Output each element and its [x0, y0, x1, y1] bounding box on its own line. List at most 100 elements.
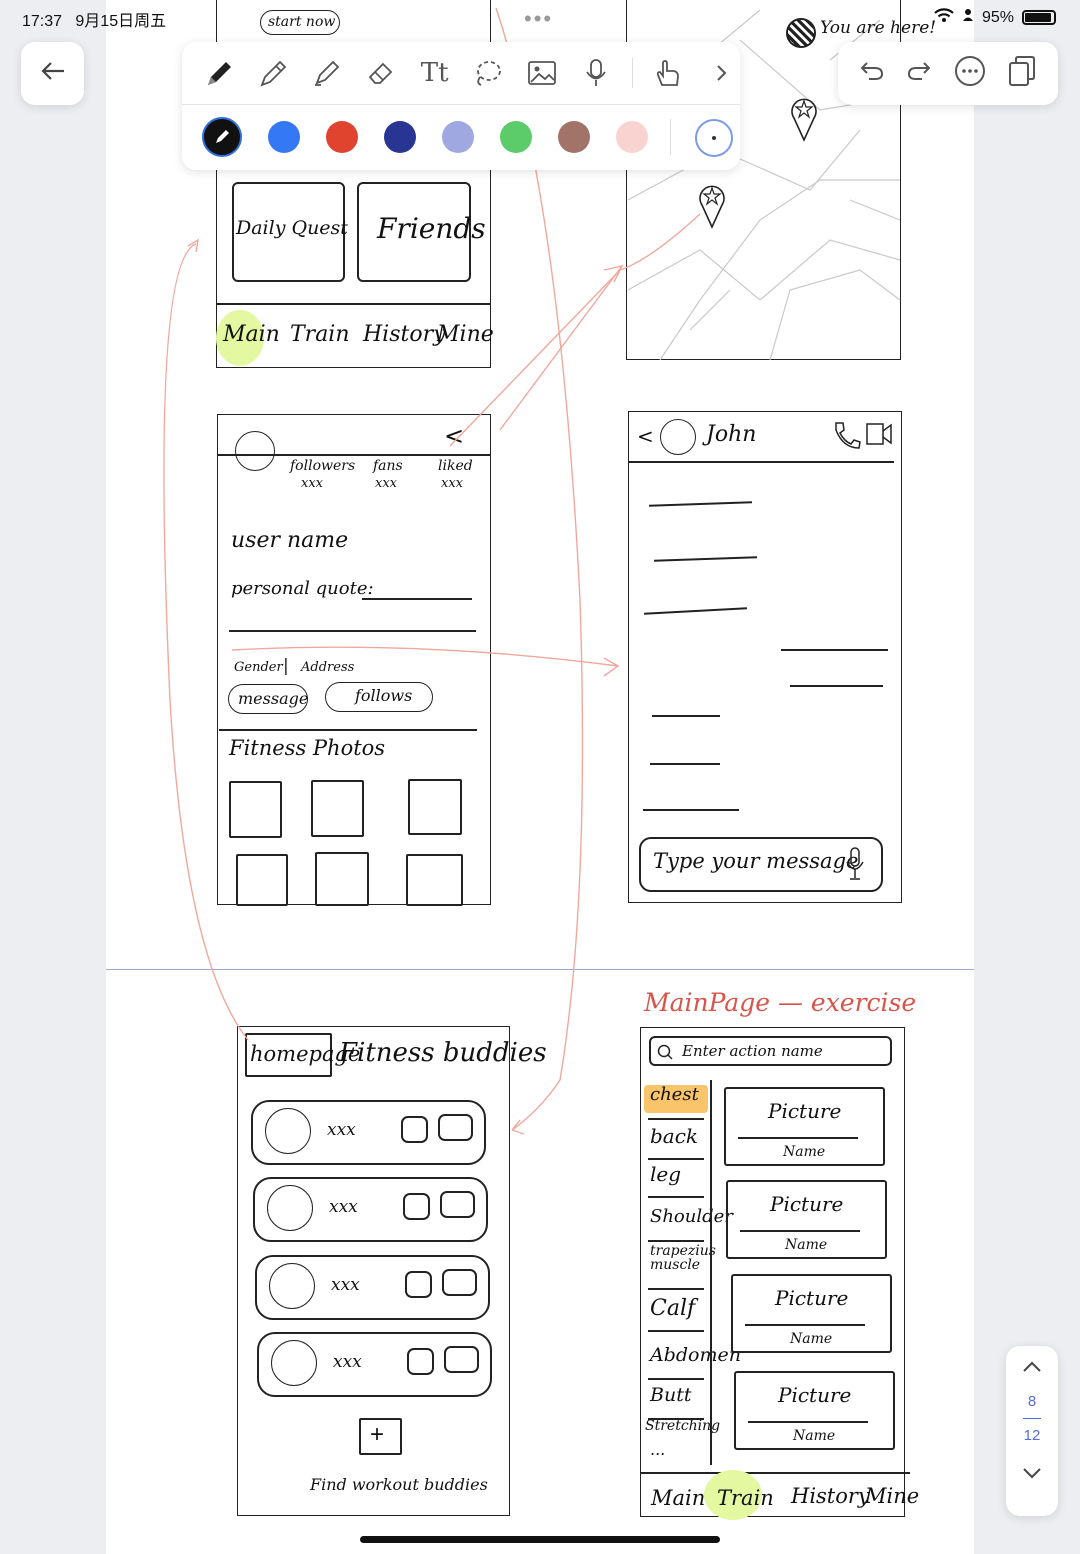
buddy-avatar: [269, 1263, 315, 1309]
color-swatch[interactable]: [384, 121, 416, 153]
home-indicator[interactable]: [360, 1536, 720, 1543]
buddy-avatar: [271, 1340, 317, 1386]
incoming-message-bar: [650, 763, 720, 765]
category-item: Shoulder: [650, 1206, 733, 1227]
phone-icon: [833, 420, 861, 455]
profile-separator: |: [283, 656, 289, 676]
status-right: 95%: [934, 7, 1056, 28]
back-button[interactable]: [21, 42, 84, 105]
home-nav-history: History: [363, 322, 446, 347]
color-swatch[interactable]: [202, 117, 242, 157]
fitness-photos-title: Fitness Photos: [229, 736, 386, 760]
back-arrow-icon: [40, 60, 66, 87]
color-swatch[interactable]: [268, 121, 300, 153]
profile-avatar: [235, 431, 275, 471]
page-up-icon[interactable]: [1021, 1360, 1043, 1379]
pencil-icon[interactable]: [256, 55, 292, 91]
exercise-name-label: Name: [793, 1428, 836, 1444]
home-nav-divider: [216, 303, 491, 305]
color-swatch[interactable]: [500, 121, 532, 153]
pages-icon[interactable]: [1007, 55, 1037, 92]
buddy-avatar: [265, 1108, 311, 1154]
buddy-avatar: [267, 1185, 313, 1231]
color-swatch[interactable]: [326, 121, 358, 153]
color-swatch[interactable]: [442, 121, 474, 153]
train-section-title: MainPage — exercise: [644, 988, 917, 1017]
category-underline: [648, 1196, 704, 1198]
follows-button-label: follows: [355, 686, 413, 705]
category-underline: [648, 1330, 704, 1332]
exercise-picture-label: Picture: [778, 1383, 852, 1407]
category-item: Butt: [650, 1384, 692, 1406]
stat-followers-value: xxx: [301, 476, 323, 491]
color-swatch[interactable]: [558, 121, 590, 153]
status-time: 17:37 9月15日周五: [22, 13, 167, 30]
person-icon: [962, 8, 974, 27]
microphone-icon[interactable]: [578, 55, 614, 91]
chat-back-icon: <: [637, 424, 654, 448]
map-pin-icon: [790, 96, 818, 147]
buddy-name: xxx: [327, 1120, 356, 1140]
buddy-action-button: [442, 1269, 477, 1296]
exercise-name-label: Name: [785, 1237, 828, 1253]
buddy-action-button: [438, 1114, 473, 1141]
pen-icon[interactable]: [202, 55, 238, 91]
image-icon[interactable]: [524, 55, 560, 91]
stat-liked-label: liked: [438, 458, 473, 474]
train-nav-train: Train: [717, 1486, 774, 1510]
category-underline: [648, 1158, 704, 1160]
undo-icon[interactable]: [859, 59, 885, 88]
exercise-card-divider: [738, 1137, 858, 1139]
profile-back-icon: <: [444, 422, 465, 450]
buddy-action-button: [405, 1271, 432, 1298]
more-icon[interactable]: [954, 55, 986, 92]
buddy-action-button: [401, 1116, 428, 1143]
color-swatch[interactable]: [616, 121, 648, 153]
stat-followers-label: followers: [290, 458, 356, 474]
search-icon: [656, 1043, 674, 1066]
category-item: trapezius muscle: [650, 1243, 716, 1273]
buddy-action-button: [403, 1193, 430, 1220]
profile-quote: personal quote:: [231, 578, 374, 599]
profile-section-divider: [219, 729, 477, 731]
battery-icon: [1022, 10, 1056, 25]
chat-avatar: [660, 419, 696, 455]
map-pin-icon: [698, 183, 726, 234]
profile-address: Address: [301, 660, 355, 675]
buddy-name: xxx: [333, 1352, 362, 1372]
find-buddies-label: Find workout buddies: [310, 1475, 488, 1494]
right-toolbar: [838, 42, 1058, 105]
outgoing-message-bar: [790, 685, 883, 687]
page-break-line: [106, 969, 974, 970]
text-tool-icon[interactable]: Tt: [417, 55, 453, 91]
quote-underline: [362, 598, 472, 600]
category-item: ...: [650, 1440, 666, 1459]
photo-tile: [408, 779, 462, 835]
exercise-name-label: Name: [790, 1331, 833, 1347]
category-item: Calf: [650, 1296, 696, 1321]
page-down-icon[interactable]: [1021, 1466, 1043, 1485]
category-item: Abdomen: [650, 1344, 741, 1366]
incoming-message-bar: [643, 809, 739, 811]
exercise-name-label: Name: [783, 1144, 826, 1160]
toolbar-separator: [631, 58, 633, 88]
video-call-icon: [865, 421, 893, 452]
category-item: chest: [650, 1084, 699, 1105]
palette-separator: [670, 119, 671, 155]
buddy-action-button: [407, 1348, 434, 1375]
train-nav-history: History: [791, 1484, 870, 1508]
finger-icon[interactable]: [651, 55, 687, 91]
eraser-icon[interactable]: [363, 55, 399, 91]
train-nav-mine: Mine: [865, 1484, 920, 1508]
pen-glyph-icon: [216, 130, 229, 143]
status-bar: 17:37 9月15日周五 95%: [0, 0, 1080, 32]
redo-icon[interactable]: [906, 59, 932, 88]
drawing-toolbar: Tt: [182, 42, 740, 170]
chevron-right-icon[interactable]: [704, 55, 740, 91]
lasso-icon[interactable]: [471, 55, 507, 91]
sketch-chat-frame: [628, 411, 902, 903]
wifi-icon: [934, 7, 954, 28]
photo-tile: [229, 781, 282, 838]
highlighter-icon[interactable]: [309, 55, 345, 91]
stroke-size-button[interactable]: [695, 119, 733, 157]
